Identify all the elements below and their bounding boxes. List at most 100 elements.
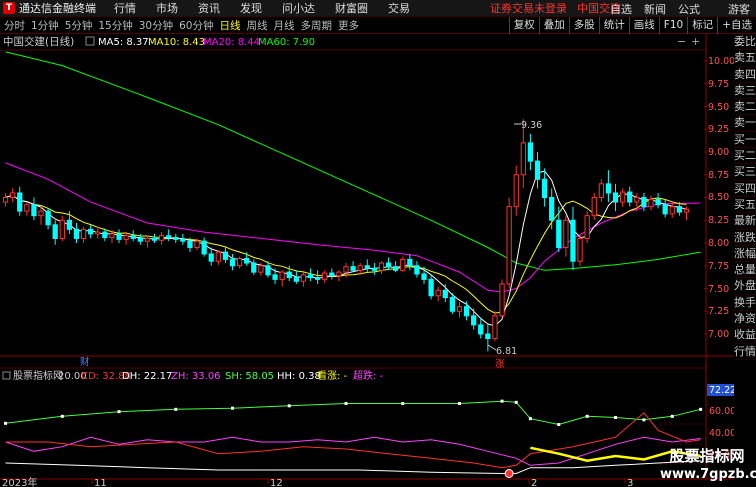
favorites-button[interactable]: 自选 xyxy=(610,1,632,17)
high-price-label: 9.36 xyxy=(521,120,542,131)
period-tab-timeshare[interactable]: 分时 xyxy=(4,18,25,33)
menu-market[interactable]: 市场 xyxy=(156,0,178,16)
candle-body xyxy=(556,219,562,249)
overlay-button[interactable]: 叠加 xyxy=(538,17,569,34)
candle-body xyxy=(676,206,682,213)
candle-body xyxy=(300,274,307,282)
indicator-zh: ZH: 33.06 xyxy=(171,371,221,382)
candle-body xyxy=(506,206,512,285)
candle-body xyxy=(520,142,526,176)
side-item: 卖四 xyxy=(734,67,756,83)
candle-body xyxy=(144,237,151,242)
side-item: 卖五 xyxy=(734,50,756,67)
app-name: 通达信金融终端 xyxy=(19,2,96,15)
login-notice[interactable]: 证券交易未登录 xyxy=(490,0,567,16)
watermark-title: 股票指标网 xyxy=(669,447,745,465)
menu-discover[interactable]: 发现 xyxy=(240,0,262,16)
candle-body xyxy=(421,273,427,280)
menu-ask[interactable]: 问小达 xyxy=(282,0,315,16)
period-tab-more[interactable]: 更多 xyxy=(338,18,359,33)
news-button[interactable]: 新闻 xyxy=(644,1,666,17)
candle-body xyxy=(208,253,214,262)
ma10-label: MA10: 8.43 xyxy=(148,37,205,48)
candle-body xyxy=(187,240,193,249)
menu-wealth[interactable]: 财富圈 xyxy=(335,0,368,16)
period-tab-5min[interactable]: 5分钟 xyxy=(65,18,93,33)
price-tick: 7.75 xyxy=(708,261,729,272)
candle-body xyxy=(612,192,619,203)
finance-event-marker[interactable]: 财 xyxy=(80,356,90,368)
candle-body xyxy=(485,333,491,340)
mark-button[interactable]: 标记 xyxy=(687,17,717,34)
candle-body xyxy=(435,289,441,297)
candle-body xyxy=(315,277,321,280)
candle-body xyxy=(336,271,342,277)
price-tick: 7.25 xyxy=(708,306,729,317)
candle-body xyxy=(641,197,647,208)
kline-chart[interactable]: 中国交建(日线) MA5: 8.37 MA10: 8.43 MA20: 8.44… xyxy=(0,34,734,487)
candle-body xyxy=(428,278,434,297)
period-toolbar: 分时 1分钟 5分钟 15分钟 30分钟 60分钟 日线 周线 月线 多周期 更… xyxy=(0,17,756,34)
ma20-label: MA20: 8.44 xyxy=(203,37,260,48)
candle-body xyxy=(45,210,51,226)
menu-trade[interactable]: 交易 xyxy=(388,0,410,16)
period-tab-monthly[interactable]: 月线 xyxy=(274,18,295,33)
candle-body xyxy=(95,231,101,235)
candle-body xyxy=(137,237,143,242)
indicator-point xyxy=(614,416,618,419)
menu-news[interactable]: 资讯 xyxy=(198,0,220,16)
formula-button[interactable]: 公式 xyxy=(678,1,700,17)
period-tab-daily[interactable]: 日线 xyxy=(220,18,241,33)
candle-body xyxy=(591,197,597,217)
period-tab-60min[interactable]: 60分钟 xyxy=(179,18,213,33)
site-watermark: 股票指标网 www.7gpzb.com xyxy=(660,446,756,486)
candle-body xyxy=(194,240,200,249)
stats-button[interactable]: 统计 xyxy=(598,17,629,34)
candle-body xyxy=(407,258,413,267)
price-tick: 9.25 xyxy=(708,124,729,135)
side-item: 买三 xyxy=(734,164,756,181)
indicator-point xyxy=(585,414,589,418)
candle-body xyxy=(24,204,30,212)
candle-body xyxy=(10,192,16,198)
candle-body xyxy=(371,267,377,271)
price-tick: 8.75 xyxy=(708,170,729,181)
add-favorite-button[interactable]: +自选 xyxy=(717,17,756,34)
candle-body xyxy=(541,178,548,199)
indicator-point xyxy=(514,400,518,404)
candle-body xyxy=(357,265,363,271)
candle-body xyxy=(2,197,9,203)
candle-body xyxy=(166,235,172,239)
candle-body xyxy=(549,197,555,221)
candle-body xyxy=(350,266,356,271)
candle-body xyxy=(329,272,335,277)
indicator-point xyxy=(287,404,291,408)
zoom-in-icon[interactable]: + xyxy=(691,35,700,48)
period-tab-weekly[interactable]: 周线 xyxy=(247,18,268,33)
period-tab-multi[interactable]: 多周期 xyxy=(301,18,333,33)
multi-stock-button[interactable]: 多股 xyxy=(568,17,599,34)
candle-body xyxy=(513,174,519,208)
adjust-button[interactable]: 复权 xyxy=(508,17,539,34)
candle-body xyxy=(109,233,115,239)
candle-body xyxy=(648,198,654,208)
side-item: 行情 xyxy=(734,344,756,360)
candle-body xyxy=(80,228,87,239)
side-panel: 委比 卖五 卖四 卖三 卖二 卖一 买一 买二 买三 买四 买五 最新 涨跌 涨… xyxy=(734,34,756,360)
indicator-bullish: 看涨: - xyxy=(317,369,348,382)
zoom-out-icon[interactable]: − xyxy=(677,35,686,48)
price-tick: 9.00 xyxy=(708,147,729,158)
draw-button[interactable]: 画线 xyxy=(628,17,659,34)
menu-quotes[interactable]: 行情 xyxy=(114,0,136,16)
period-tab-30min[interactable]: 30分钟 xyxy=(139,18,173,33)
candle-body xyxy=(130,235,136,239)
candle-body xyxy=(471,315,477,326)
period-tab-15min[interactable]: 15分钟 xyxy=(98,18,132,33)
time-label: 11 xyxy=(94,478,107,487)
period-tab-1min[interactable]: 1分钟 xyxy=(31,18,59,33)
side-item: 外盘 xyxy=(734,278,756,295)
candle-body xyxy=(442,289,448,299)
indicator-point xyxy=(457,402,461,405)
f10-button[interactable]: F10 xyxy=(658,17,687,34)
user-button[interactable]: 游客 xyxy=(728,1,750,17)
